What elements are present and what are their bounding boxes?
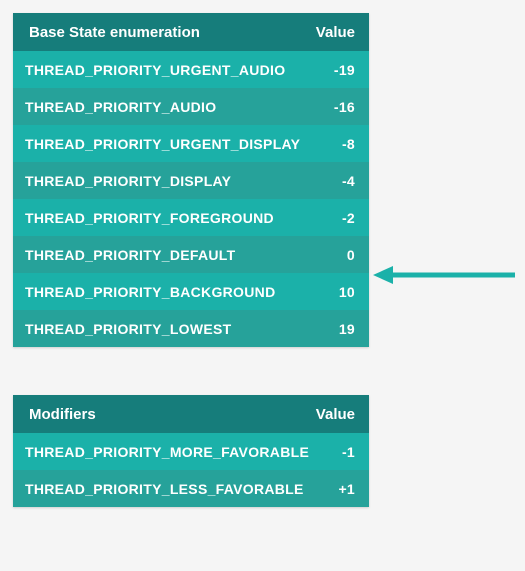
- row-value: -16: [319, 99, 355, 115]
- row-value: 0: [319, 247, 355, 263]
- page: Base State enumeration Value THREAD_PRIO…: [0, 0, 525, 571]
- row-value: 19: [319, 321, 355, 337]
- row-name: THREAD_PRIORITY_BACKGROUND: [25, 284, 275, 300]
- arrow-left-icon: [373, 264, 515, 286]
- table-row: THREAD_PRIORITY_MORE_FAVORABLE -1: [13, 433, 369, 470]
- row-value: -1: [319, 444, 355, 460]
- row-name: THREAD_PRIORITY_MORE_FAVORABLE: [25, 444, 309, 460]
- header-value: Value: [316, 24, 355, 41]
- table-row: THREAD_PRIORITY_LOWEST 19: [13, 310, 369, 347]
- row-name: THREAD_PRIORITY_DEFAULT: [25, 247, 235, 263]
- header-label: Modifiers: [29, 406, 96, 423]
- table-row: THREAD_PRIORITY_FOREGROUND -2: [13, 199, 369, 236]
- header-label: Base State enumeration: [29, 24, 200, 41]
- row-name: THREAD_PRIORITY_LOWEST: [25, 321, 232, 337]
- table-row: THREAD_PRIORITY_BACKGROUND 10: [13, 273, 369, 310]
- row-name: THREAD_PRIORITY_DISPLAY: [25, 173, 231, 189]
- modifiers-table: Modifiers Value THREAD_PRIORITY_MORE_FAV…: [13, 395, 369, 507]
- row-name: THREAD_PRIORITY_LESS_FAVORABLE: [25, 481, 304, 497]
- table-header: Base State enumeration Value: [13, 13, 369, 51]
- table-row: THREAD_PRIORITY_AUDIO -16: [13, 88, 369, 125]
- row-value: -19: [319, 62, 355, 78]
- table-row: THREAD_PRIORITY_DISPLAY -4: [13, 162, 369, 199]
- table-row-default: THREAD_PRIORITY_DEFAULT 0: [13, 236, 369, 273]
- row-name: THREAD_PRIORITY_URGENT_DISPLAY: [25, 136, 300, 152]
- table-row: THREAD_PRIORITY_URGENT_AUDIO -19: [13, 51, 369, 88]
- row-value: 10: [319, 284, 355, 300]
- row-name: THREAD_PRIORITY_AUDIO: [25, 99, 216, 115]
- row-value: -2: [319, 210, 355, 226]
- table-header: Modifiers Value: [13, 395, 369, 433]
- base-state-table: Base State enumeration Value THREAD_PRIO…: [13, 13, 369, 347]
- table-row: THREAD_PRIORITY_LESS_FAVORABLE +1: [13, 470, 369, 507]
- header-value: Value: [316, 406, 355, 423]
- row-name: THREAD_PRIORITY_URGENT_AUDIO: [25, 62, 285, 78]
- row-value: -4: [319, 173, 355, 189]
- row-value: +1: [319, 481, 355, 497]
- row-name: THREAD_PRIORITY_FOREGROUND: [25, 210, 274, 226]
- row-value: -8: [319, 136, 355, 152]
- table-row: THREAD_PRIORITY_URGENT_DISPLAY -8: [13, 125, 369, 162]
